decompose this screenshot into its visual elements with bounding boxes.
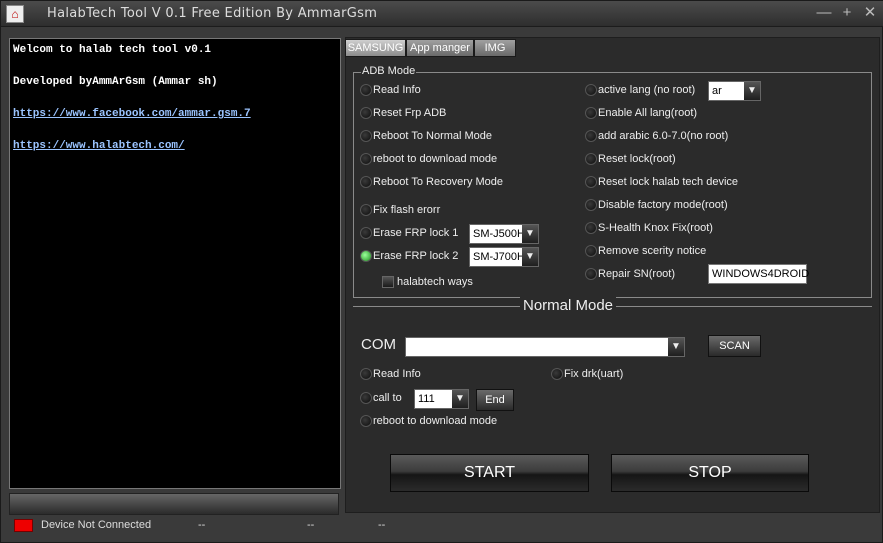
facebook-link[interactable]: https://www.facebook.com/ammar.gsm.7 — [13, 108, 251, 120]
website-link[interactable]: https://www.halabtech.com/ — [13, 140, 185, 152]
adb-mode-legend: ADB Mode — [361, 65, 417, 77]
minimize-icon[interactable]: — — [813, 3, 835, 23]
sn-input[interactable]: WINDOWS4DROID — [708, 264, 809, 284]
call-number-select[interactable]: 111 ▼ — [414, 389, 469, 409]
radio-icon — [585, 153, 597, 165]
radio-icon — [585, 84, 597, 96]
end-button[interactable]: End — [476, 389, 514, 411]
stop-button[interactable]: STOP — [611, 454, 809, 492]
app-icon: ⌂ — [6, 5, 24, 23]
log-console: Welcom to halab tech tool v0.1 Developed… — [9, 38, 341, 489]
status-field-3: -- — [378, 519, 386, 531]
window-title: HalabTech Tool V 0.1 Free Edition By Amm… — [47, 6, 378, 21]
frp2-model-select[interactable]: SM-J700H ▼ — [469, 247, 539, 267]
status-text: Device Not Connected — [41, 519, 152, 531]
radio-icon — [360, 368, 372, 380]
title-bar[interactable]: ⌂ HalabTech Tool V 0.1 Free Edition By A… — [1, 1, 883, 27]
connection-status-indicator — [14, 519, 33, 532]
chevron-down-icon: ▼ — [668, 338, 684, 356]
console-line: Developed byAmmArGsm (Ammar sh) — [13, 76, 218, 88]
radio-icon — [360, 415, 372, 427]
normal-mode-title: Normal Mode — [520, 297, 617, 314]
radio-icon — [360, 392, 372, 404]
status-bar: Device Not Connected -- -- -- — [1, 515, 883, 543]
radio-icon — [551, 368, 563, 380]
radio-icon — [585, 176, 597, 188]
tab-app-manger[interactable]: App manger — [406, 39, 474, 57]
checkbox-icon — [382, 276, 394, 288]
radio-icon — [360, 204, 372, 216]
tab-img[interactable]: IMG — [474, 39, 516, 57]
status-field-1: -- — [198, 519, 206, 531]
radio-icon — [360, 84, 372, 96]
radio-icon — [585, 199, 597, 211]
frp1-model-select[interactable]: SM-J500H ▼ — [469, 224, 539, 244]
com-label: COM — [361, 336, 396, 353]
chevron-down-icon: ▼ — [744, 82, 760, 100]
radio-icon — [360, 153, 372, 165]
tab-samsung[interactable]: SAMSUNG — [345, 39, 406, 57]
start-button[interactable]: START — [390, 454, 589, 492]
radio-icon — [585, 245, 597, 257]
radio-icon — [360, 107, 372, 119]
radio-icon — [585, 130, 597, 142]
console-line: Welcom to halab tech tool v0.1 — [13, 44, 212, 56]
lang-select[interactable]: ar ▼ — [708, 81, 761, 101]
chevron-down-icon: ▼ — [522, 225, 538, 243]
main-window: ⌂ HalabTech Tool V 0.1 Free Edition By A… — [0, 0, 883, 543]
com-port-select[interactable]: ▼ — [405, 337, 685, 357]
radio-icon — [360, 176, 372, 188]
radio-icon — [360, 130, 372, 142]
radio-icon — [585, 222, 597, 234]
radio-icon — [360, 227, 372, 239]
close-icon[interactable]: ✕ — [859, 3, 881, 23]
chevron-down-icon: ▼ — [522, 248, 538, 266]
maximize-icon[interactable]: + — [836, 3, 858, 23]
status-field-2: -- — [307, 519, 315, 531]
scan-button[interactable]: SCAN — [708, 335, 761, 357]
chevron-down-icon: ▼ — [452, 390, 468, 408]
radio-selected-icon — [360, 250, 372, 262]
radio-icon — [585, 107, 597, 119]
progress-bar — [9, 493, 339, 515]
radio-icon — [585, 268, 597, 280]
